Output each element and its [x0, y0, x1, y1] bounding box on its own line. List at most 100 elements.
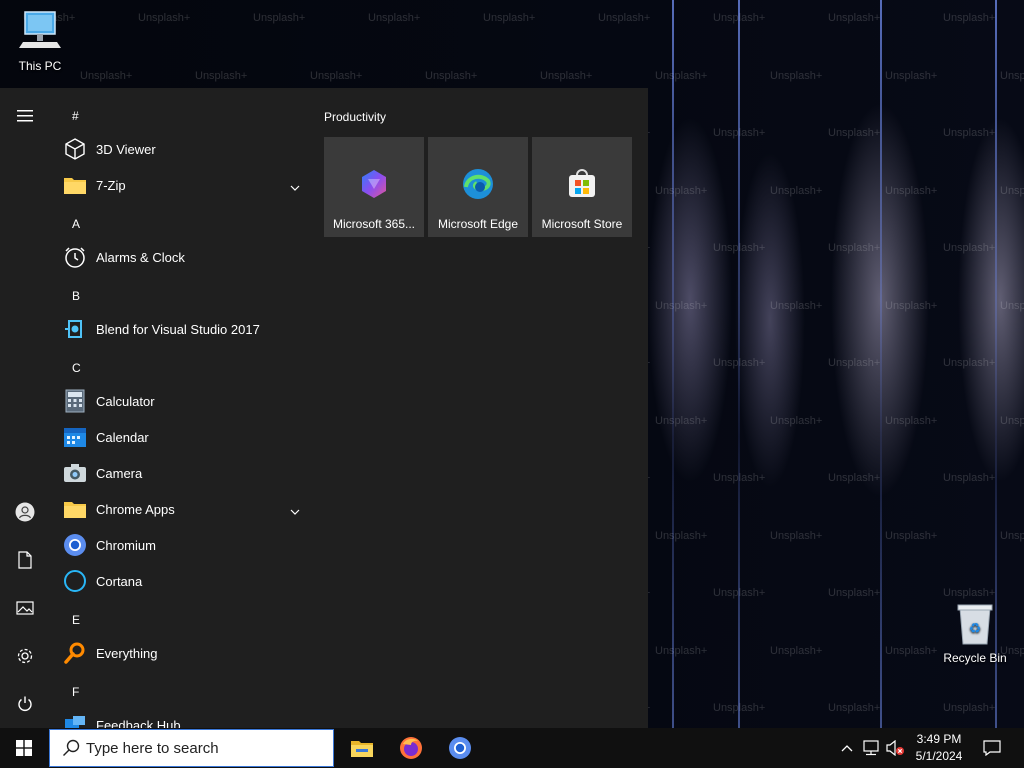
edge-icon: [463, 169, 493, 199]
watermark-text: Unsplash+: [828, 357, 881, 369]
app-name: Chrome Apps: [96, 501, 175, 517]
start-menu: # 3D Viewer 7-Zip A Alarms & Clock B Ble…: [0, 88, 648, 728]
watermark-text: Unsplash+: [828, 702, 881, 714]
watermark-text: Unsplash+: [655, 644, 708, 657]
chevron-down-icon[interactable]: [290, 502, 300, 520]
app-name: Everything: [96, 645, 158, 661]
watermark-text: Unsplash+: [943, 127, 996, 139]
app-camera[interactable]: Camera: [50, 455, 310, 491]
feedback-hub-icon: [62, 712, 88, 728]
letter-header[interactable]: E: [72, 613, 80, 627]
taskbar-file-explorer[interactable]: [338, 728, 386, 768]
app-name: Camera: [96, 465, 143, 481]
app-cortana[interactable]: Cortana: [50, 563, 310, 599]
letter-header[interactable]: #: [72, 109, 79, 123]
app-blend[interactable]: Blend for Visual Studio 2017: [50, 311, 310, 347]
letter-header[interactable]: F: [72, 685, 79, 699]
watermark-text: Unsplash+: [253, 12, 306, 24]
watermark-text: Unsplash+: [655, 529, 708, 542]
watermark-text: Unsplash+: [655, 299, 708, 312]
file-explorer-icon: [351, 741, 373, 757]
app-name: Calendar: [96, 429, 149, 445]
watermark-text: Unsplash+: [1000, 184, 1024, 197]
user-account-button[interactable]: [0, 492, 50, 532]
volume-muted-icon: [886, 740, 904, 756]
show-hidden-icons-button[interactable]: [836, 728, 858, 768]
blend-icon: [62, 316, 88, 342]
settings-button[interactable]: [0, 636, 50, 676]
app-chrome-apps[interactable]: Chrome Apps: [50, 491, 310, 527]
svg-text:♻: ♻: [969, 620, 982, 636]
watermark-text: Unsplash+: [713, 472, 766, 484]
start-button[interactable]: [0, 728, 48, 768]
desktop-icon-recycle-bin[interactable]: ♻ Recycle Bin: [935, 602, 1015, 665]
recycle-bin-icon: ♻: [957, 604, 993, 645]
documents-button[interactable]: [0, 540, 50, 580]
watermark-text: Unsplash+: [885, 414, 938, 427]
alarm-clock-icon: [62, 244, 88, 270]
watermark-text: Unsplash+: [770, 299, 823, 312]
app-feedback-hub[interactable]: Feedback Hub: [50, 707, 310, 728]
firefox-icon: [400, 737, 422, 759]
desktop-icon-label: Recycle Bin: [943, 651, 1007, 665]
search-magnifier-icon: [62, 640, 88, 666]
watermark-text: Unsplash+: [770, 529, 823, 542]
watermark-text: Unsplash+: [655, 414, 708, 427]
tile-microsoft-edge[interactable]: Microsoft Edge: [428, 137, 528, 237]
app-name: Chromium: [96, 537, 156, 553]
letter-header[interactable]: B: [72, 289, 80, 303]
action-center-button[interactable]: [978, 728, 1006, 768]
cube-icon: [62, 136, 88, 162]
cortana-icon: [62, 568, 88, 594]
watermark-text: Unsplash+: [138, 12, 191, 24]
app-everything[interactable]: Everything: [50, 635, 310, 671]
watermark-text: Unsplash+: [368, 12, 421, 24]
tile-group-title[interactable]: Productivity: [324, 110, 386, 124]
tile-label: Microsoft 365...: [332, 217, 416, 231]
app-name: Cortana: [96, 573, 143, 589]
search-input[interactable]: [86, 739, 316, 757]
watermark-text: Unsplash+: [828, 12, 881, 24]
search-icon: [63, 739, 80, 756]
taskbar-firefox[interactable]: [387, 728, 435, 768]
app-list: # 3D Viewer 7-Zip A Alarms & Clock B Ble…: [50, 88, 310, 728]
taskbar-clock[interactable]: 3:49 PM 5/1/2024: [904, 731, 974, 765]
network-button[interactable]: [860, 728, 882, 768]
desktop-icon-this-pc[interactable]: This PC: [0, 8, 80, 73]
watermark-text: Unsplash+: [885, 69, 938, 82]
watermark-text: Unsplash+: [1000, 69, 1024, 82]
store-icon: [569, 169, 595, 197]
tile-microsoft-365[interactable]: Microsoft 365...: [324, 137, 424, 237]
app-name: Alarms & Clock: [96, 249, 185, 265]
app-calendar[interactable]: Calendar: [50, 419, 310, 455]
chevron-down-icon[interactable]: [290, 178, 300, 196]
windows-logo-icon: [16, 740, 32, 756]
app-chromium[interactable]: Chromium: [50, 527, 310, 563]
watermark-text: Unsplash+: [1000, 299, 1024, 312]
app-7-zip[interactable]: 7-Zip: [50, 167, 310, 203]
chevron-up-icon: [841, 745, 853, 752]
power-button[interactable]: [0, 684, 50, 724]
expand-menu-button[interactable]: [0, 96, 50, 136]
tile-microsoft-store[interactable]: Microsoft Store: [532, 137, 632, 237]
watermark-text: Unsplash+: [885, 299, 938, 312]
taskbar: 3:49 PM 5/1/2024: [0, 728, 1024, 768]
watermark-text: Unsplash+: [713, 12, 766, 24]
volume-button[interactable]: [884, 728, 906, 768]
watermark-text: Unsplash+: [885, 644, 938, 657]
taskbar-chromium[interactable]: [436, 728, 484, 768]
clock-date: 5/1/2024: [915, 749, 963, 763]
watermark-text: Unsplash+: [770, 69, 823, 82]
letter-header[interactable]: A: [72, 217, 80, 231]
watermark-text: Unsplash+: [943, 357, 996, 369]
watermark-text: Unsplash+: [598, 12, 651, 24]
app-alarms-clock[interactable]: Alarms & Clock: [50, 239, 310, 275]
tile-label: Microsoft Store: [541, 217, 623, 231]
app-calculator[interactable]: Calculator: [50, 383, 310, 419]
app-3d-viewer[interactable]: 3D Viewer: [50, 131, 310, 167]
taskbar-search-box[interactable]: [49, 729, 334, 767]
network-icon: [863, 740, 879, 756]
pictures-button[interactable]: [0, 588, 50, 628]
letter-header[interactable]: C: [72, 361, 81, 375]
watermark-text: Unsplash+: [943, 242, 996, 254]
